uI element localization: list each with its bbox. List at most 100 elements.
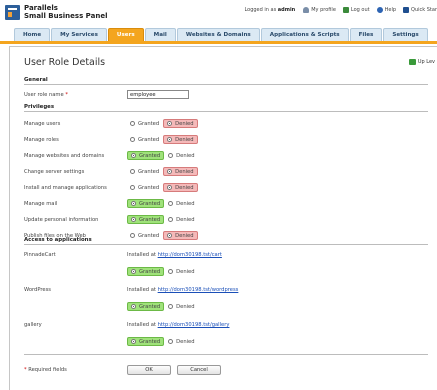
denied-radio[interactable]: Denied [165,267,197,276]
header-links: Logged in as admin My profile Log out He… [244,7,437,13]
granted-radio[interactable]: Granted [127,337,165,346]
granted-radio[interactable]: Granted [127,119,162,128]
granted-radio[interactable]: Granted [127,302,165,311]
application-url-link[interactable]: http://dom30198.tst/wordpress [158,287,239,293]
radio-button-icon [168,153,174,158]
log-out-link[interactable]: Log out [342,7,370,13]
privilege-label: Install and manage applications [24,185,107,191]
radio-button-icon [130,121,135,126]
tab-mail[interactable]: Mail [144,28,176,41]
tab-websites-domains[interactable]: Websites & Domains [176,28,260,41]
radio-button-icon [168,339,174,344]
login-info: Logged in as admin [244,7,296,13]
privilege-radio-group: Granted Denied [127,183,199,192]
application-name: WordPress [24,287,51,293]
brand-product: Small Business Panel [24,12,108,20]
installed-at: Installed at http://dom30198.tst/gallery [127,322,230,328]
log-out-icon [342,7,349,13]
privilege-radio-group: Granted Denied [127,167,199,176]
section-privileges: Privileges [24,104,428,112]
denied-radio[interactable]: Denied [163,183,198,192]
radio-button-icon [167,169,173,174]
radio-button-icon [168,201,174,206]
installed-at: Installed at http://dom30198.tst/cart [127,252,222,258]
granted-radio[interactable]: Granted [127,151,165,160]
privilege-radio-group: Granted Denied [127,199,199,208]
radio-button-icon [131,304,136,309]
login-user: admin [277,7,296,13]
privilege-radio-group: Granted Denied [127,151,199,160]
radio-button-icon [131,201,136,206]
radio-button-icon [168,304,174,309]
privilege-label: Manage mail [24,201,58,207]
footer-divider [24,354,428,355]
application-name: gallery [24,322,42,328]
tab-settings[interactable]: Settings [383,28,428,41]
application-radio-group: Granted Denied [127,302,199,311]
cancel-button[interactable]: Cancel [177,365,221,375]
radio-button-icon [167,121,173,126]
section-general: General [24,77,428,85]
role-name-input[interactable] [127,90,189,99]
radio-button-icon [168,217,174,222]
ok-button[interactable]: OK [127,365,171,375]
privilege-label: Manage websites and domains [24,153,105,159]
tab-users[interactable]: Users [107,28,144,41]
granted-radio[interactable]: Granted [127,183,162,192]
denied-radio[interactable]: Denied [163,135,198,144]
tab-home[interactable]: Home [14,28,51,41]
denied-radio[interactable]: Denied [165,199,197,208]
denied-radio[interactable]: Denied [163,167,198,176]
radio-button-icon [131,153,136,158]
application-url-link[interactable]: http://dom30198.tst/gallery [158,322,230,328]
granted-radio[interactable]: Granted [127,135,162,144]
granted-radio[interactable]: Granted [127,199,165,208]
radio-button-icon [130,137,135,142]
tab-my-services[interactable]: My Services [51,28,107,41]
tab-underline [0,41,437,44]
application-radio-group: Granted Denied [127,267,199,276]
privilege-radio-group: Granted Denied [127,215,199,224]
radio-button-icon [130,185,135,190]
application-name: PinnadeCart [24,252,56,258]
denied-radio[interactable]: Denied [165,337,197,346]
page-title: User Role Details [24,57,106,68]
radio-button-icon [130,169,135,174]
denied-radio[interactable]: Denied [165,151,197,160]
application-url-link[interactable]: http://dom30198.tst/cart [158,252,222,258]
content-panel: User Role Details Up Lev General User ro… [9,46,437,390]
privilege-label: Update personal information [24,217,99,223]
up-level-link[interactable]: Up Lev [408,59,435,65]
granted-radio[interactable]: Granted [127,267,165,276]
my-profile-link[interactable]: My profile [303,7,336,13]
required-fields-note: * Required fields [24,367,67,373]
required-marker: * [65,92,68,98]
radio-button-icon [131,269,136,274]
installed-at: Installed at http://dom30198.tst/wordpre… [127,287,239,293]
denied-radio[interactable]: Denied [165,215,197,224]
brand-name: Parallels [24,4,58,12]
granted-radio[interactable]: Granted [127,167,162,176]
up-arrow-icon [408,59,416,65]
help-link[interactable]: Help [376,7,396,13]
main-tabs: Home My Services Users Mail Websites & Domai… [14,28,429,41]
denied-radio[interactable]: Denied [163,119,198,128]
granted-radio[interactable]: Granted [127,215,165,224]
privilege-label: Manage roles [24,137,59,143]
radio-button-icon [131,217,136,222]
tab-files[interactable]: Files [349,28,383,41]
privilege-label: Manage users [24,121,61,127]
radio-button-icon [131,339,136,344]
quick-start-icon [403,7,410,13]
tab-applications-scripts[interactable]: Applications & Scripts [260,28,349,41]
application-radio-group: Granted Denied [127,337,199,346]
privilege-radio-group: Granted Denied [127,119,199,128]
radio-button-icon [167,137,173,142]
radio-button-icon [168,269,174,274]
parallels-logo-icon [5,5,20,20]
radio-button-icon [167,185,173,190]
header: Parallels Small Business Panel Logged in… [0,0,437,27]
help-icon [376,7,383,13]
quick-start-link[interactable]: Quick Star [403,7,437,13]
denied-radio[interactable]: Denied [165,302,197,311]
